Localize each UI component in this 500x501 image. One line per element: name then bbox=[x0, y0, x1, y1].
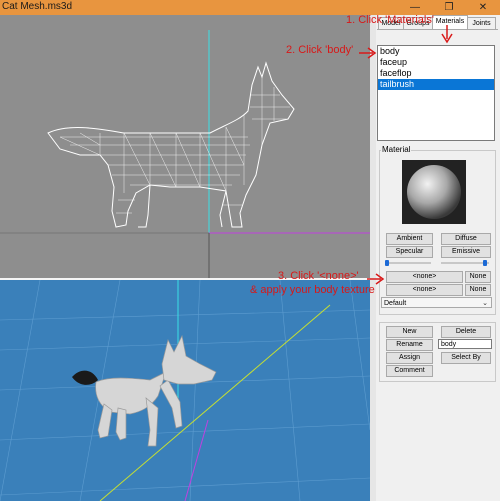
material-item-faceup[interactable]: faceup bbox=[378, 57, 494, 68]
material-item-tailbrush[interactable]: tailbrush bbox=[378, 79, 494, 90]
annotation-step3-detail: & apply your body texture bbox=[250, 284, 375, 296]
material-preview bbox=[402, 160, 466, 224]
comment-button[interactable]: Comment bbox=[386, 365, 433, 377]
material-item-body[interactable]: body bbox=[378, 46, 494, 57]
select-by-button[interactable]: Select By bbox=[441, 352, 491, 364]
tab-strip-border bbox=[377, 29, 498, 30]
annotation-step2: 2. Click 'body' bbox=[286, 44, 354, 56]
alpha-texture-button[interactable]: <none> bbox=[386, 284, 463, 296]
shininess-slider[interactable] bbox=[386, 262, 431, 264]
arrow-right-icon bbox=[359, 47, 377, 59]
preview-sphere-icon bbox=[407, 165, 461, 219]
emissive-button[interactable]: Emissive bbox=[441, 246, 491, 258]
shininess-slider-thumb[interactable] bbox=[385, 260, 389, 266]
material-group-title: Material bbox=[381, 145, 412, 154]
annotation-step3: 3. Click '<none>' bbox=[278, 270, 359, 282]
new-button[interactable]: New bbox=[386, 326, 433, 338]
texture-mode-value: Default bbox=[384, 300, 407, 307]
annotation-step1: 1. Click 'Materials' bbox=[346, 14, 434, 26]
tab-joints[interactable]: Joints bbox=[467, 17, 496, 29]
chevron-down-icon: ⌄ bbox=[482, 300, 488, 307]
diffuse-button[interactable]: Diffuse bbox=[441, 233, 491, 245]
alpha-none-button[interactable]: None bbox=[465, 284, 491, 296]
texture-button[interactable]: <none> bbox=[386, 271, 463, 283]
specular-button[interactable]: Specular bbox=[386, 246, 433, 258]
materials-list[interactable]: body faceup faceflop tailbrush bbox=[377, 45, 495, 141]
shaded-model bbox=[0, 280, 370, 501]
delete-button[interactable]: Delete bbox=[441, 326, 491, 338]
minimize-button[interactable]: — bbox=[400, 0, 430, 15]
texture-mode-select[interactable]: Default ⌄ bbox=[381, 297, 492, 308]
transparency-slider[interactable] bbox=[441, 262, 489, 264]
arrow-down-icon bbox=[441, 25, 453, 44]
ambient-button[interactable]: Ambient bbox=[386, 233, 433, 245]
window-title: Cat Mesh.ms3d bbox=[2, 1, 73, 12]
texture-none-button[interactable]: None bbox=[465, 271, 491, 283]
title-bar: Cat Mesh.ms3d — ❐ ✕ bbox=[0, 0, 500, 15]
material-name-field[interactable]: body bbox=[438, 339, 492, 349]
transparency-slider-thumb[interactable] bbox=[483, 260, 487, 266]
material-item-faceflop[interactable]: faceflop bbox=[378, 68, 494, 79]
assign-button[interactable]: Assign bbox=[386, 352, 433, 364]
maximize-button[interactable]: ❐ bbox=[434, 0, 464, 15]
rename-button[interactable]: Rename bbox=[386, 339, 433, 351]
close-button[interactable]: ✕ bbox=[468, 0, 498, 15]
viewport-perspective[interactable] bbox=[0, 280, 370, 501]
